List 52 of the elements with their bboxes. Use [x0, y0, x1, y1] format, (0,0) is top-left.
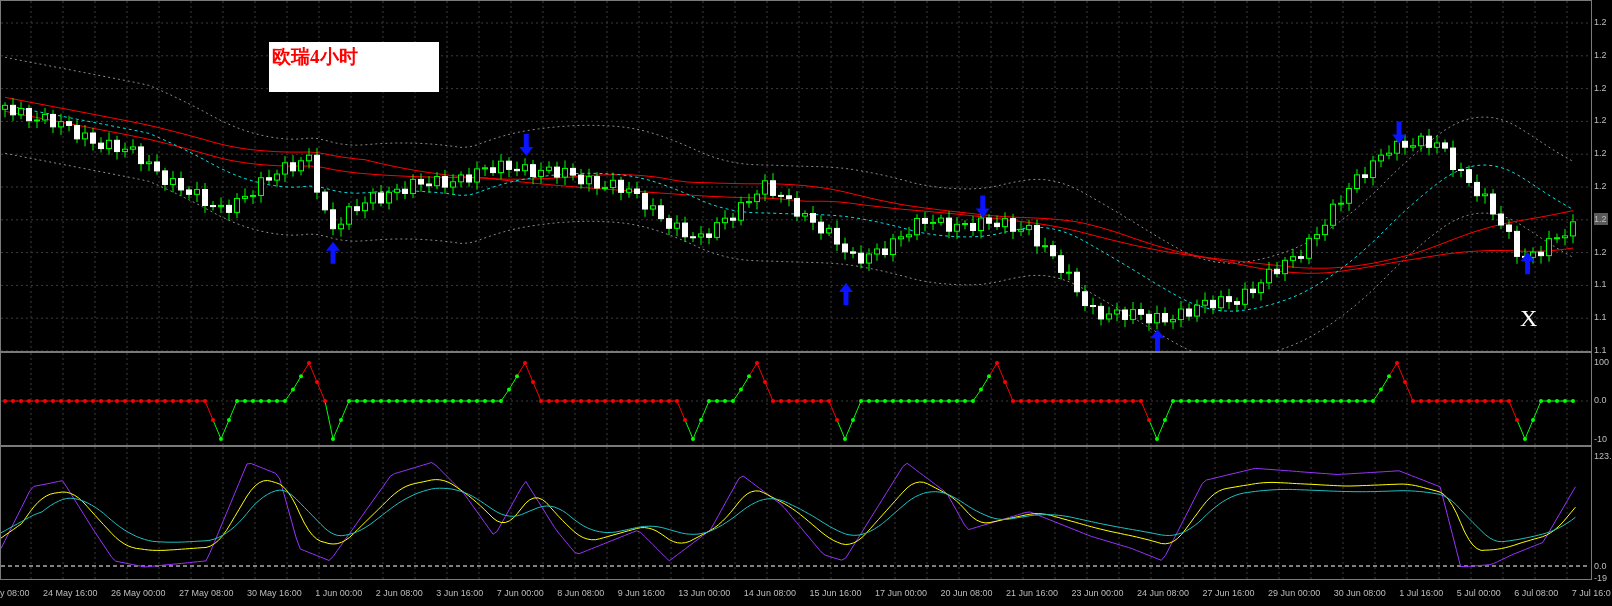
- axis-label: 0.0: [1594, 394, 1608, 406]
- time-label: 5 Jul 00:00: [1456, 588, 1501, 598]
- axis-label: -19: [1594, 572, 1608, 584]
- time-label: 17 Jun 00:00: [874, 588, 927, 598]
- time-label: 2 Jun 08:00: [375, 588, 423, 598]
- time-label: 24 Jun 08:00: [1137, 588, 1190, 598]
- arrow-up-icon: [1520, 252, 1535, 275]
- time-label: 9 Jun 16:00: [617, 588, 665, 598]
- time-label: 1 Jun 00:00: [315, 588, 363, 598]
- time-label: 21 Jun 16:00: [1006, 588, 1059, 598]
- axis-label: 1.2: [1594, 147, 1608, 160]
- arrow-up-icon: [326, 241, 341, 264]
- time-label: 23 Jun 00:00: [1071, 588, 1124, 598]
- chart-label: 欧瑞4小时: [269, 42, 439, 92]
- arrow-up-icon: [839, 283, 853, 305]
- time-label: 6 Jul 08:00: [1514, 588, 1559, 598]
- axis-label: 1.2: [1594, 16, 1608, 28]
- time-label: 8 Jun 08:00: [557, 588, 605, 598]
- arrow-down-icon: [519, 133, 534, 156]
- arrow-down-icon: [975, 195, 990, 218]
- time-label: 27 May 08:00: [179, 588, 234, 598]
- axis-label: 1.1: [1594, 311, 1608, 324]
- time-label: 7 Jul 16:0: [1571, 588, 1611, 598]
- arrow-down-icon: [1392, 121, 1407, 144]
- time-label: 20 Jun 08:00: [940, 588, 993, 598]
- current-price-label: 1.2: [1594, 212, 1608, 225]
- time-label: 24 May 16:00: [43, 588, 98, 598]
- axis-label: -10: [1594, 433, 1608, 445]
- axis-label: 1.2: [1594, 180, 1608, 192]
- time-label: 26 May 00:00: [111, 588, 166, 598]
- time-label: 3 Jun 16:00: [436, 588, 484, 598]
- arrow-up-icon: [1150, 329, 1165, 351]
- axis-label: 1.2: [1594, 245, 1608, 258]
- time-label: 1 Jul 16:00: [1399, 588, 1444, 598]
- time-label: 13 Jun 00:00: [678, 588, 731, 598]
- time-label: 15 Jun 16:00: [809, 588, 862, 598]
- time-label: 14 Jun 08:00: [743, 588, 796, 598]
- axis-label: 1.1: [1594, 278, 1608, 291]
- axis-label: 1.2: [1594, 114, 1608, 127]
- axis-label: 123.: [1594, 450, 1612, 462]
- axis-label: 1.2: [1594, 81, 1608, 94]
- time-label: y 08:00: [0, 588, 30, 598]
- time-label: 29 Jun 00:00: [1268, 588, 1321, 598]
- axis-label: 0.0: [1594, 560, 1608, 572]
- time-label: 27 Jun 16:00: [1202, 588, 1255, 598]
- time-label: 30 Jun 08:00: [1333, 588, 1386, 598]
- axis-label: 1.2: [1594, 48, 1608, 61]
- marker-text: X: [1520, 305, 1538, 331]
- time-label: 7 Jun 00:00: [496, 588, 544, 598]
- axis-label: 100: [1594, 356, 1611, 368]
- time-label: 30 May 16:00: [247, 588, 302, 598]
- axis-label: 1.1: [1594, 344, 1608, 356]
